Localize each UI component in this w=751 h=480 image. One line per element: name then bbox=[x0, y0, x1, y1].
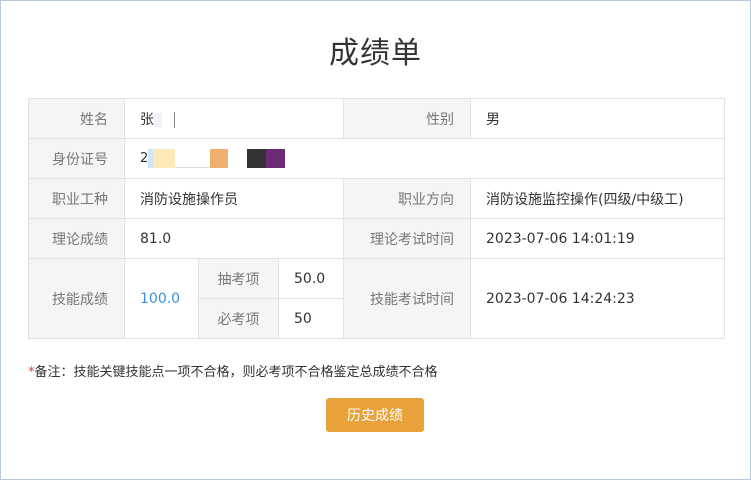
remark-text: 备注：技能关键技能点一项不合格，则必考项不合格鉴定总成绩不合格 bbox=[34, 365, 438, 380]
skill-score-value: 100.0 bbox=[124, 258, 199, 339]
table-row: 身份证号 2 bbox=[28, 138, 725, 179]
name-value: 张 bbox=[124, 98, 344, 139]
table-row: 理论成绩 81.0 理论考试时间 2023-07-06 14:01:19 bbox=[28, 218, 725, 259]
id-value: 2 bbox=[124, 138, 725, 179]
text-cursor bbox=[174, 111, 175, 128]
table-row: 姓名 张 性别 男 bbox=[28, 98, 725, 139]
direction-value: 消防设施监控操作(四级/中级工) bbox=[470, 178, 725, 219]
id-prefix: 2 bbox=[140, 151, 149, 166]
theory-time-label: 理论考试时间 bbox=[343, 218, 471, 259]
history-scores-button[interactable]: 历史成绩 bbox=[326, 398, 424, 432]
id-redacted: 2 bbox=[140, 149, 724, 168]
skill-score-label: 技能成绩 bbox=[28, 258, 125, 339]
gender-label: 性别 bbox=[343, 98, 471, 139]
name-label: 姓名 bbox=[28, 98, 125, 139]
skill-time-value: 2023-07-06 14:24:23 bbox=[470, 258, 725, 339]
name-redaction bbox=[154, 112, 162, 127]
redaction-block-purple bbox=[266, 149, 286, 168]
theory-time-value: 2023-07-06 14:01:19 bbox=[470, 218, 725, 259]
remark-note: *备注：技能关键技能点一项不合格，则必考项不合格鉴定总成绩不合格 bbox=[28, 361, 438, 380]
theory-score-value: 81.0 bbox=[124, 218, 344, 259]
theory-score-label: 理论成绩 bbox=[28, 218, 125, 259]
job-label: 职业工种 bbox=[28, 178, 125, 219]
gender-value: 男 bbox=[470, 98, 725, 139]
redaction-block-orange bbox=[210, 149, 229, 168]
skill-time-label: 技能考试时间 bbox=[343, 258, 471, 339]
id-label: 身份证号 bbox=[28, 138, 125, 179]
required-item-label: 必考项 bbox=[198, 298, 279, 339]
sample-item-label: 抽考项 bbox=[198, 258, 279, 299]
job-value: 消防设施操作员 bbox=[124, 178, 344, 219]
page-title: 成绩单 bbox=[329, 36, 422, 71]
table-row: 职业工种 消防设施操作员 职业方向 消防设施监控操作(四级/中级工) bbox=[28, 178, 725, 219]
redaction-gap bbox=[228, 149, 248, 168]
required-item-value: 50 bbox=[278, 298, 344, 339]
sample-item-value: 50.0 bbox=[278, 258, 344, 299]
name-text: 张 bbox=[140, 111, 154, 128]
redaction-block-cream bbox=[153, 149, 176, 168]
redaction-block-dark bbox=[247, 149, 267, 168]
direction-label: 职业方向 bbox=[343, 178, 471, 219]
grade-table: 姓名 张 性别 男 身份证号 2 职业工种 消防设施操作员 职业方向 消防设施监… bbox=[28, 98, 725, 339]
redaction-gap bbox=[175, 149, 211, 168]
table-row: 技能成绩 100.0 抽考项 50.0 技能考试时间 2023-07-06 14… bbox=[28, 258, 725, 339]
